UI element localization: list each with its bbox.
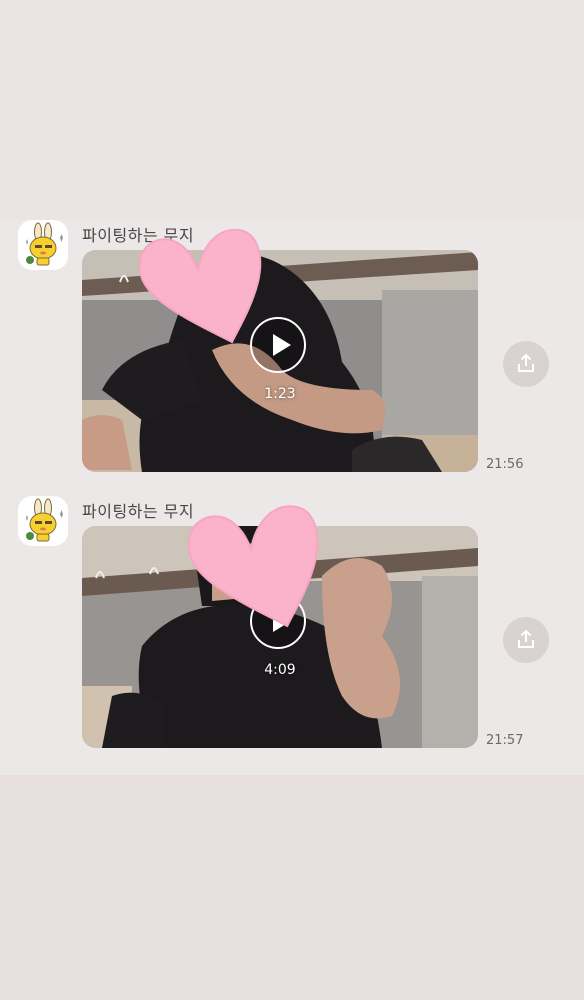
- video-duration: 4:09: [264, 662, 296, 678]
- sender-avatar[interactable]: [18, 220, 68, 270]
- message-time: 21:57: [486, 733, 524, 748]
- share-button[interactable]: [503, 341, 549, 387]
- heart-sticker-icon: [188, 505, 319, 628]
- chat-area: 파이팅하는 무지 1:23 21:56 파이팅하는 무지 4:09 21:57: [0, 220, 584, 775]
- bottom-empty-area: [0, 775, 584, 1000]
- heart-sticker-icon: [138, 228, 262, 344]
- sender-name: 파이팅하는 무지: [82, 502, 195, 521]
- video-duration: 1:23: [264, 386, 296, 402]
- share-icon: [518, 353, 534, 372]
- rabbit-character-icon: [26, 222, 63, 266]
- chat-message: 파이팅하는 무지 1:23 21:56: [0, 220, 584, 490]
- message-time: 21:56: [486, 457, 524, 472]
- share-button[interactable]: [503, 617, 549, 663]
- rabbit-character-icon: [26, 498, 63, 542]
- top-empty-area: [0, 0, 584, 220]
- play-icon: [273, 334, 291, 356]
- sender-avatar[interactable]: [18, 496, 68, 546]
- chat-message: 파이팅하는 무지 4:09 21:57: [0, 496, 584, 766]
- share-icon: [518, 629, 534, 648]
